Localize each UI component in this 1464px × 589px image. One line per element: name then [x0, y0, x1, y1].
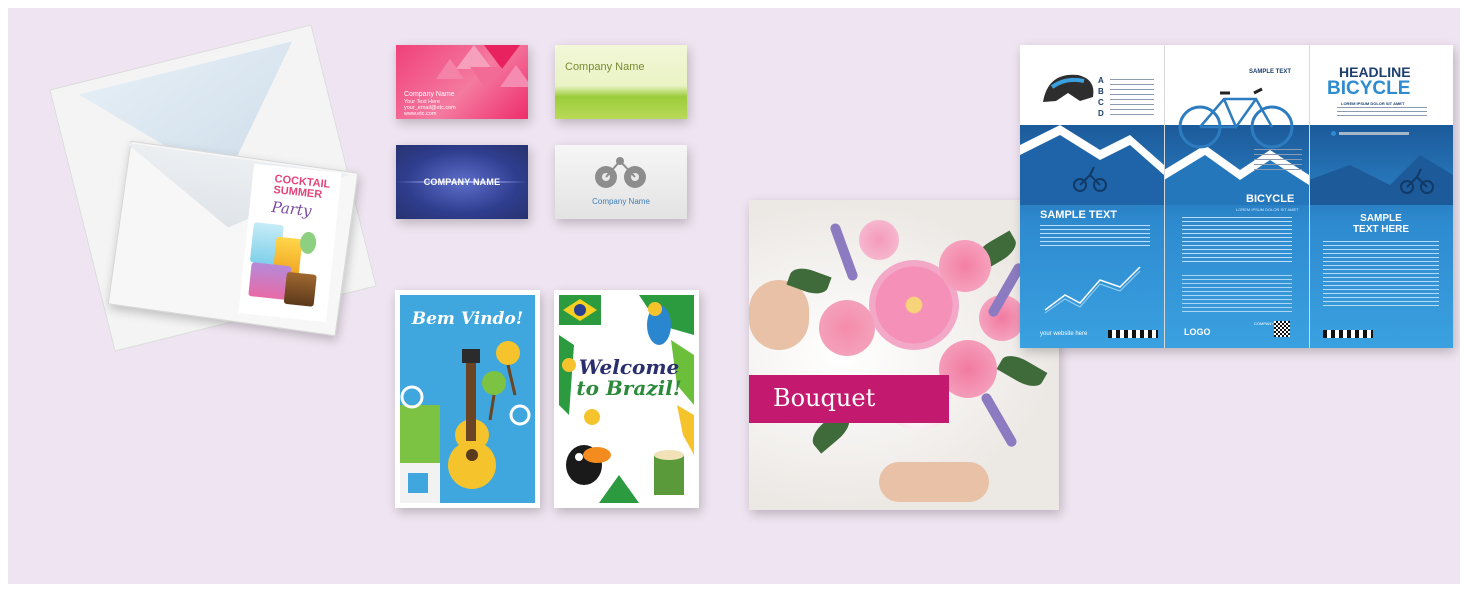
- pineapple-illustration: [283, 271, 317, 307]
- gear-logo-icon: [595, 157, 646, 188]
- quote-line1: SAMPLE: [1360, 213, 1402, 224]
- pink-card-website: www.etc.com: [404, 111, 437, 118]
- bouquet-label: Bouquet: [773, 384, 876, 412]
- checker-bar: [1323, 330, 1373, 338]
- triangle-pattern: [470, 67, 502, 89]
- business-card-navy: COMPANY NAME: [396, 145, 528, 219]
- text-lines: [1182, 275, 1292, 315]
- website-text: your website here: [1040, 331, 1088, 337]
- brochure-panel-1: A B C D SAMPLE TEXT your website here: [1020, 45, 1164, 348]
- triangle-pattern: [436, 59, 464, 79]
- brazil-line: to Brazil!: [576, 376, 682, 400]
- abcd-c: C: [1098, 98, 1104, 107]
- bicycle-icon: [1178, 87, 1294, 149]
- panel2-sample-text: SAMPLE TEXT: [1249, 69, 1292, 75]
- pink-card-text: Company Name Your Text Here your_email@e…: [404, 91, 456, 118]
- arm: [749, 280, 809, 350]
- text-lines: [1040, 225, 1150, 247]
- postcard-bem-vindo: Bem Vindo!: [395, 290, 540, 508]
- product-showcase: COCKTAIL SUMMER Party Company Name Your …: [8, 8, 1460, 584]
- logo-text: LOGO: [1184, 327, 1211, 337]
- postcard-welcome-brazil: Welcome to Brazil!: [554, 290, 699, 508]
- pink-card-company: Company Name: [404, 91, 455, 98]
- welcome-line: Welcome: [578, 355, 680, 379]
- bullet-dot: [1331, 131, 1336, 136]
- bouquet-photo-card: Bouquet: [749, 200, 1059, 510]
- helmet-icon: [1043, 74, 1094, 102]
- guitar-maracas-illustration: [400, 341, 531, 503]
- company-text: COMPANY: [1254, 321, 1274, 326]
- sample-text-left: SAMPLE TEXT: [1040, 209, 1118, 221]
- brochure-panel-2: SAMPLE TEXT BICYCLE LOREM IPSUM DOLOR SI…: [1164, 45, 1308, 348]
- route-map-graphic: [1044, 266, 1141, 314]
- hands: [879, 462, 989, 502]
- abcd-a: A: [1098, 76, 1104, 85]
- text-lines: [1323, 241, 1439, 307]
- checker-bar: [1108, 330, 1158, 338]
- business-card-gray: Company Name: [555, 145, 687, 219]
- qr-code-icon: [1274, 321, 1290, 337]
- abcd-d: D: [1098, 109, 1104, 118]
- business-card-green: Company Name: [555, 45, 687, 119]
- text-lines: [1337, 107, 1427, 117]
- text-line: [1339, 132, 1409, 135]
- welcome-brazil-title: Welcome to Brazil!: [567, 357, 691, 399]
- navy-card-company: COMPANY NAME: [423, 177, 501, 187]
- quote-block: SAMPLE TEXT HERE: [1341, 213, 1421, 235]
- green-card-company: Company Name: [565, 61, 645, 73]
- business-card-pink: Company Name Your Text Here your_email@e…: [396, 45, 528, 119]
- cyclist-icon: [1400, 168, 1434, 194]
- quote-line2: TEXT HERE: [1352, 224, 1410, 235]
- abcd-b: B: [1098, 87, 1104, 96]
- rose-flower: [819, 300, 875, 356]
- headline-subtitle: LOREM IPSUM DOLOR SIT AMET: [1341, 101, 1405, 106]
- lime-illustration: [299, 231, 318, 255]
- party-card-script: Party: [270, 197, 313, 221]
- abcd-list: A B C D: [1098, 75, 1104, 119]
- text-lines: [1182, 217, 1292, 263]
- triangle-pattern: [500, 65, 528, 87]
- cyclist-icon: [1073, 166, 1107, 192]
- mid-bicycle-title: BICYCLE: [1246, 193, 1295, 205]
- trifold-brochure: A B C D SAMPLE TEXT your website here SA…: [1020, 45, 1453, 348]
- text-lines: [1254, 149, 1302, 173]
- cocktail-party-card: COCKTAIL SUMMER Party: [238, 163, 342, 323]
- text-lines: [1110, 79, 1154, 117]
- mid-subtitle: LOREM IPSUM DOLOR SIT AMET: [1236, 207, 1299, 212]
- rose-flower: [859, 220, 899, 260]
- headline-bicycle: BICYCLE: [1327, 78, 1411, 99]
- brochure-panel-3: HEADLINE BICYCLE LOREM IPSUM DOLOR SIT A…: [1309, 45, 1453, 348]
- gray-card-company: Company Name: [592, 197, 650, 206]
- rose-flower: [939, 240, 991, 292]
